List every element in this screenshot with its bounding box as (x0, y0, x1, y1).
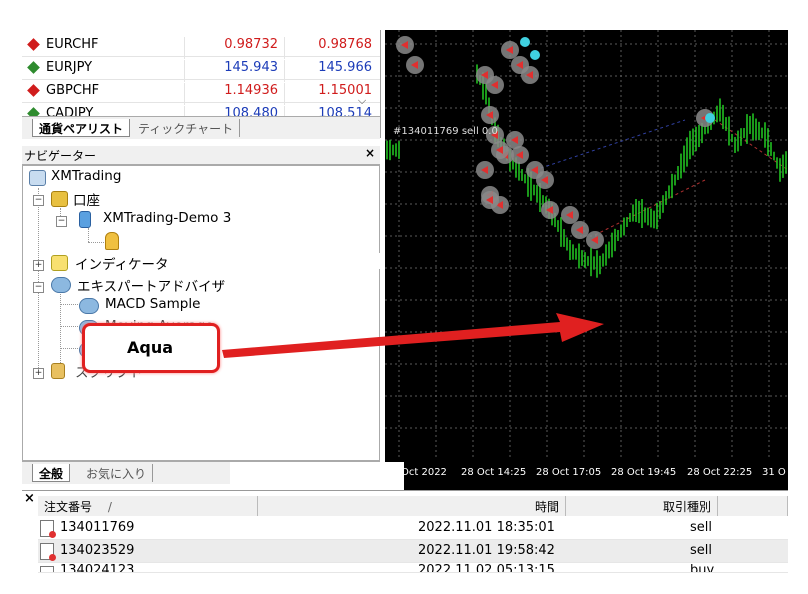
tree-label: 口座 (73, 193, 100, 209)
tab-symbols[interactable]: 通貨ペアリスト (32, 119, 131, 137)
expand-icon[interactable]: + (33, 260, 44, 271)
tree-label: XMTrading (51, 168, 122, 184)
tab-general[interactable]: 全般 (32, 464, 71, 482)
order-sell-icon (40, 520, 56, 538)
navigator-title: ナビゲーター (24, 149, 97, 163)
column-header-blank (718, 496, 788, 516)
market-watch-tabs: 通貨ペアリスト ティックチャート (22, 116, 380, 139)
indicator-icon (51, 255, 68, 271)
user-icon (105, 232, 119, 250)
expert-icon (79, 298, 99, 314)
market-watch-row[interactable]: GBPCHF 1.14936 1.15001 (22, 80, 380, 105)
buy-marker (530, 50, 540, 60)
tree-label: インディケータ (75, 257, 169, 273)
up-arrow-icon (27, 61, 40, 74)
order-type: sell (690, 520, 712, 535)
trade-line (594, 179, 706, 236)
chart-canvas (385, 30, 788, 460)
buy-marker (520, 37, 530, 47)
column-header-type[interactable]: 取引種別 (566, 496, 718, 516)
order-number: 134023529 (60, 543, 135, 558)
tree-label: XMTrading-Demo 3 (103, 210, 232, 226)
order-sell-icon (40, 543, 56, 561)
buy-marker (705, 113, 715, 123)
tab-tick-chart[interactable]: ティックチャート (132, 119, 241, 137)
column-header-time[interactable]: 時間 (258, 496, 566, 516)
bid-price: 0.98732 (184, 37, 284, 59)
column-header-order[interactable]: 注文番号 / (38, 496, 258, 516)
time-label: 28 Oct 19:45 (611, 467, 677, 478)
close-icon[interactable]: × (365, 146, 375, 160)
order-number: 134024123 (60, 563, 135, 573)
market-watch-row[interactable]: EURCHF 0.98732 0.98768 (22, 34, 380, 59)
tree-label: エキスパートアドバイザ (77, 279, 226, 295)
trade-line (534, 119, 686, 171)
order-number: 134011769 (60, 520, 135, 535)
table-row[interactable]: 134023529 2022.11.01 19:58:42 sell (38, 540, 788, 563)
navigator-header: ナビゲーター × (22, 146, 380, 165)
time-label: 28 Oct 22:25 (687, 467, 753, 478)
order-label: #134011769 sell 0.0 (393, 126, 498, 137)
tab-favorites[interactable]: お気に入り (80, 464, 154, 482)
ask-price: 145.966 (284, 60, 380, 82)
time-label: 31 O (762, 467, 786, 478)
order-icon (40, 566, 54, 572)
order-type: sell (690, 543, 712, 558)
callout-box: Aqua (82, 323, 220, 373)
server-icon (79, 211, 91, 228)
order-time: 2022.11.02 05:13:15 (418, 563, 555, 573)
table-row[interactable]: 134011769 2022.11.01 18:35:01 sell (38, 517, 788, 540)
script-icon (51, 363, 65, 379)
time-label: Oct 2022 (401, 467, 447, 478)
order-time: 2022.11.01 19:58:42 (418, 543, 555, 558)
market-watch-row[interactable]: EURJPY 145.943 145.966 (22, 57, 380, 82)
accounts-icon (51, 191, 68, 207)
order-time: 2022.11.01 18:35:01 (418, 520, 555, 535)
time-label: 28 Oct 17:05 (536, 467, 602, 478)
callout-label: Aqua (127, 338, 174, 357)
table-row[interactable]: 134024123 2022.11.02 05:13:15 buy (38, 563, 788, 573)
bid-price: 145.943 (184, 60, 284, 82)
symbol-name: EURCHF (46, 37, 99, 52)
expand-icon[interactable]: + (33, 368, 44, 379)
down-arrow-icon (27, 84, 40, 97)
expert-icon (51, 277, 71, 293)
terminal-icon (29, 170, 46, 186)
collapse-icon[interactable]: − (33, 195, 44, 206)
scroll-down-icon[interactable]: ⌵ (354, 94, 370, 112)
time-axis: Oct 2022 28 Oct 14:25 28 Oct 17:05 28 Oc… (385, 460, 788, 486)
symbol-name: GBPCHF (46, 83, 100, 98)
close-icon[interactable]: × (24, 491, 35, 506)
down-arrow-icon (27, 38, 40, 51)
order-type: buy (690, 563, 715, 573)
callout-arrow (222, 313, 604, 358)
symbol-name: EURJPY (46, 60, 93, 75)
collapse-icon[interactable]: − (33, 282, 44, 293)
bid-price: 1.14936 (184, 83, 284, 105)
time-label: 28 Oct 14:25 (461, 467, 527, 478)
price-chart[interactable]: #134011769 sell 0.0 (385, 30, 788, 490)
ask-price: 0.98768 (284, 37, 380, 59)
tree-label: MACD Sample (105, 296, 201, 312)
collapse-icon[interactable]: − (56, 216, 67, 227)
